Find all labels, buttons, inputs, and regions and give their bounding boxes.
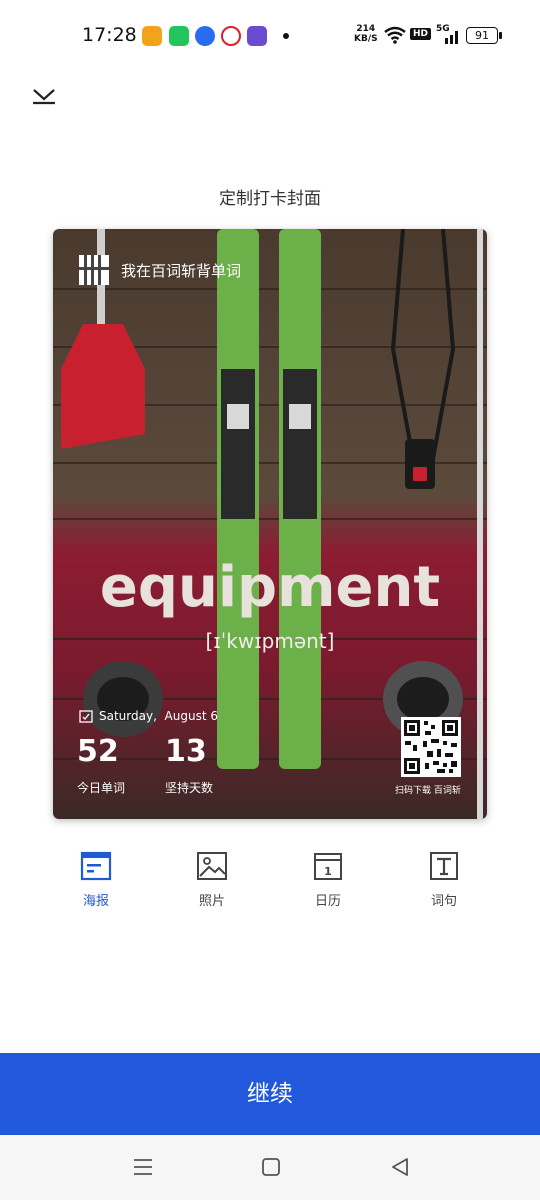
tab-calendar-label: 日历 (314, 894, 341, 909)
tab-text-label: 词句 (430, 894, 457, 909)
signal-icon (445, 31, 458, 44)
text-icon (430, 852, 458, 880)
home-square-icon[interactable] (259, 1155, 283, 1179)
today-words-count: 52 (77, 734, 119, 769)
app-notification-icon (195, 26, 215, 46)
poster-preview-card: 我在百词斩背单词 equipment [ɪˈkwɪpmənt] Saturday… (53, 229, 487, 819)
svg-text:1: 1 (324, 865, 332, 878)
more-notifications-dot (283, 33, 289, 39)
poster-icon (80, 851, 112, 881)
page-title: 定制打卡封面 (219, 189, 321, 209)
system-navigation-bar (0, 1135, 540, 1200)
qr-caption: 扫码下载 百词斩 (395, 786, 461, 796)
brand-logo-icon (79, 255, 109, 285)
app-notification-icon (247, 26, 267, 46)
tab-photo-label: 照片 (198, 894, 225, 909)
calendar-check-icon (79, 710, 93, 723)
status-time: 17:28 (82, 24, 137, 46)
collapse-chevron-icon[interactable] (30, 82, 58, 110)
hd-badge: HD (410, 28, 432, 40)
calendar-icon: 1 (314, 853, 342, 880)
featured-word-phonetic: [ɪˈkwɪpmənt] (205, 629, 335, 653)
wifi-icon (384, 26, 406, 44)
download-qr-code (401, 717, 461, 777)
tab-photo[interactable]: 照片 (172, 850, 252, 920)
cover-style-tabs: 海报 照片 1 日历 词句 (0, 850, 540, 920)
tab-poster-label: 海报 (82, 894, 109, 909)
app-notification-icon (221, 26, 241, 46)
continue-button[interactable]: 继续 (0, 1053, 540, 1135)
tab-calendar[interactable]: 1 日历 (288, 850, 368, 920)
streak-days-count: 13 (165, 734, 207, 769)
menu-icon[interactable] (131, 1155, 155, 1179)
card-date: Saturday, August 6 (99, 709, 218, 723)
featured-word: equipment (99, 555, 441, 620)
today-words-label: 今日单词 (77, 781, 126, 795)
brand-tagline: 我在百词斩背单词 (121, 262, 242, 280)
photo-icon (197, 852, 227, 880)
network-speed: 214 KB/S (354, 24, 378, 44)
battery-indicator: 91 (466, 27, 502, 44)
tab-text[interactable]: 词句 (404, 850, 484, 920)
app-notification-icon (169, 26, 189, 46)
status-bar: 17:28 214 KB/S HD 5G 91 (0, 0, 540, 72)
back-triangle-icon[interactable] (388, 1155, 412, 1179)
app-notification-icon (142, 26, 162, 46)
tab-poster[interactable]: 海报 (56, 850, 136, 920)
streak-days-label: 坚持天数 (165, 781, 214, 795)
